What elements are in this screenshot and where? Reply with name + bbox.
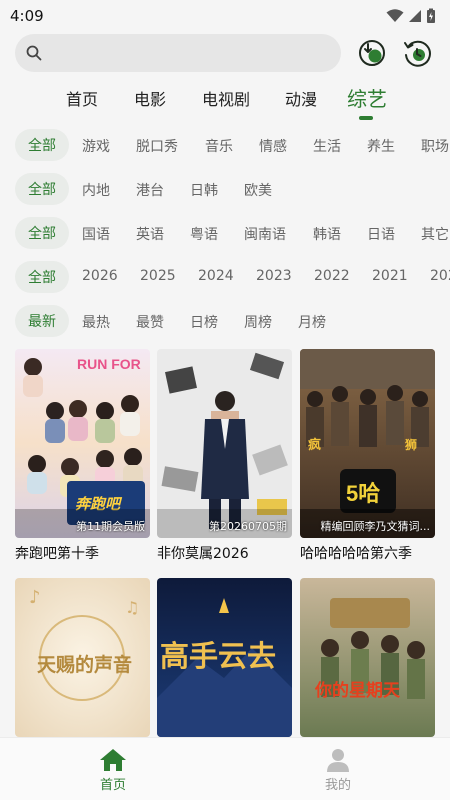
show-title: 非你莫属2026 [157, 546, 249, 562]
svg-text:疯: 疯 [308, 437, 321, 452]
filter-language-selected[interactable]: 全部 [15, 217, 69, 249]
poster-image: 高手云去 [157, 578, 292, 737]
filter-genre-item[interactable]: 养生 [367, 136, 395, 156]
signal-icon [409, 10, 421, 22]
show-card[interactable]: 高手云去 [157, 578, 292, 742]
filter-genre-item[interactable]: 脱口秀 [136, 136, 178, 156]
filter-genre-item[interactable]: 生活 [313, 136, 341, 156]
filter-genre-item[interactable]: 音乐 [205, 136, 233, 156]
person-icon [327, 749, 349, 772]
poster-text: 高手云去 [160, 640, 276, 673]
download-icon[interactable] [357, 38, 387, 68]
poster-text: 天赐的声音 [37, 653, 132, 676]
svg-text:狮: 狮 [404, 437, 417, 452]
tab-tv-series[interactable]: 电视剧 [202, 86, 250, 110]
filter-year-item[interactable]: 2025 [140, 268, 176, 284]
category-tabs: 首页 电影 电视剧 动漫 综艺 [0, 78, 450, 122]
bottom-nav-label: 我的 [324, 778, 351, 793]
filter-genre-selected[interactable]: 全部 [15, 129, 69, 161]
filter-region-item[interactable]: 港台 [136, 180, 164, 200]
filter-language-item[interactable]: 韩语 [313, 224, 341, 244]
filter-row-genre: 全部 游戏 脱口秀 音乐 情感 生活 养生 职场 [0, 129, 450, 163]
filter-year-item[interactable]: 2024 [198, 268, 234, 284]
filter-sort-item[interactable]: 日榜 [190, 312, 218, 332]
filter-region-selected[interactable]: 全部 [15, 173, 69, 205]
filter-language-item[interactable]: 闽南语 [244, 224, 286, 244]
search-icon [26, 45, 42, 61]
show-card[interactable]: ♪ ♫ 天赐的声音 [15, 578, 150, 742]
poster-image: 疯 狮 5哈 精编回顾李乃文猜词... [300, 349, 435, 538]
status-time: 4:09 [10, 7, 44, 25]
filter-row-year: 全部 2026 2025 2024 2023 2022 2021 202 [0, 261, 450, 295]
search-row [15, 34, 440, 72]
filter-region-item[interactable]: 内地 [82, 180, 110, 200]
poster-image: 第20260705期 [157, 349, 292, 538]
filter-year-item[interactable]: 2021 [372, 268, 408, 284]
bottom-nav-profile[interactable]: 我的 [308, 748, 368, 793]
bottom-nav: 首页 我的 [0, 737, 450, 800]
tab-variety[interactable]: 综艺 [347, 83, 387, 112]
home-icon [100, 749, 126, 771]
filter-row-sort: 最新 最热 最赞 日榜 周榜 月榜 [0, 305, 450, 339]
filter-sort-item[interactable]: 周榜 [244, 312, 272, 332]
episode-badge: 精编回顾李乃文猜词... [320, 520, 431, 533]
filter-row-region: 全部 内地 港台 日韩 欧美 [0, 173, 450, 207]
filter-genre-item[interactable]: 情感 [259, 136, 287, 156]
filter-year-item[interactable]: 202 [430, 268, 450, 284]
svg-text:♫: ♫ [125, 598, 139, 617]
filter-region-item[interactable]: 欧美 [244, 180, 272, 200]
filter-year-selected[interactable]: 全部 [15, 261, 69, 293]
bottom-nav-label: 首页 [99, 778, 126, 793]
show-title: 奔跑吧第十季 [15, 546, 99, 562]
tab-movies[interactable]: 电影 [134, 86, 166, 110]
bottom-nav-home[interactable]: 首页 [83, 748, 143, 793]
filter-region-item[interactable]: 日韩 [190, 180, 218, 200]
show-card[interactable]: 第20260705期 非你莫属2026 [157, 349, 292, 563]
filter-language-item[interactable]: 粤语 [190, 224, 218, 244]
episode-badge: 第20260705期 [209, 520, 287, 533]
filter-genre-item[interactable]: 职场 [421, 136, 449, 156]
filter-language-item[interactable]: 其它 [421, 224, 449, 244]
filter-sort-item[interactable]: 月榜 [298, 312, 326, 332]
filter-year-item[interactable]: 2026 [82, 268, 118, 284]
poster-image: ♪ ♫ 天赐的声音 [15, 578, 150, 737]
tab-home[interactable]: 首页 [66, 86, 98, 110]
filter-year-item[interactable]: 2023 [256, 268, 292, 284]
filter-genre-item[interactable]: 游戏 [82, 136, 110, 156]
filter-language-item[interactable]: 国语 [82, 224, 110, 244]
show-card[interactable]: 疯 狮 5哈 精编回顾李乃文猜词... 哈哈哈哈哈第六季 [300, 349, 435, 563]
filter-language-item[interactable]: 日语 [367, 224, 395, 244]
battery-icon [427, 8, 435, 23]
show-card[interactable]: 你的星期天 [300, 578, 435, 742]
poster-text: RUN FOR [77, 356, 141, 372]
poster-image: RUN FOR 奔跑吧 第11期会员版 [15, 349, 150, 538]
search-box[interactable] [15, 34, 341, 72]
active-tab-indicator [359, 116, 373, 120]
poster-text: 你的星期天 [314, 680, 401, 700]
show-card[interactable]: RUN FOR 奔跑吧 第11期会员版 奔跑吧第十季 [15, 349, 150, 563]
status-icons [386, 8, 436, 24]
wifi-icon [386, 9, 404, 22]
history-icon[interactable] [402, 38, 432, 68]
tab-anime[interactable]: 动漫 [285, 86, 317, 110]
filter-sort-selected[interactable]: 最新 [15, 305, 69, 337]
poster-text: 5哈 [346, 481, 380, 506]
search-input[interactable] [50, 45, 341, 61]
filter-sort-item[interactable]: 最热 [82, 312, 110, 332]
filter-sort-item[interactable]: 最赞 [136, 312, 164, 332]
svg-text:♪: ♪ [29, 587, 41, 608]
filter-language-item[interactable]: 英语 [136, 224, 164, 244]
show-title: 哈哈哈哈哈第六季 [300, 546, 412, 562]
filter-row-language: 全部 国语 英语 粤语 闽南语 韩语 日语 其它 [0, 217, 450, 251]
status-bar: 4:09 [0, 0, 450, 32]
poster-image: 你的星期天 [300, 578, 435, 737]
filter-year-item[interactable]: 2022 [314, 268, 350, 284]
episode-badge: 第11期会员版 [76, 520, 145, 533]
